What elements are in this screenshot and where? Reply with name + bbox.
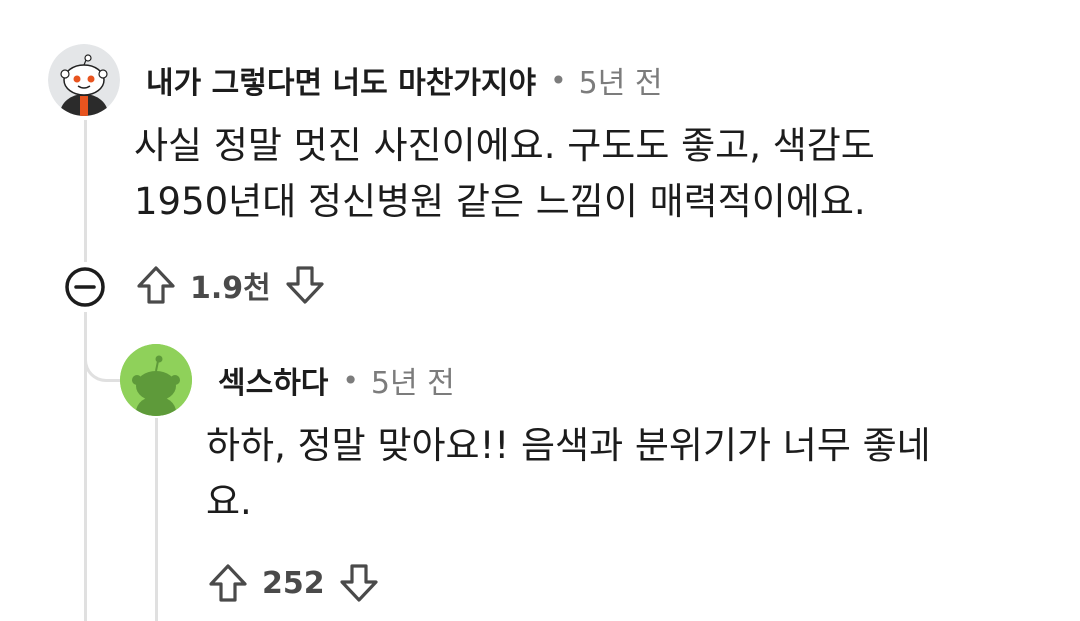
avatar[interactable]: [48, 44, 120, 116]
comment-body-line: 사실 정말 멋진 사진이에요. 구도도 좋고, 색감도: [134, 124, 875, 167]
collapse-thread-button[interactable]: [63, 265, 107, 309]
arrow-down-outline-icon: [286, 266, 324, 304]
downvote-button[interactable]: [283, 263, 327, 307]
thread-line-main: [84, 120, 87, 262]
comment-body-line: 1950년대 정신병원 같은 느낌이 매력적이에요.: [134, 180, 866, 223]
comment-author[interactable]: 내가 그렇다면 너도 마찬가지야: [146, 58, 536, 102]
separator-dot: •: [342, 363, 359, 397]
reply-timestamp: 5년 전: [370, 366, 455, 401]
reply-vote-row: 252: [206, 558, 381, 608]
downvote-button[interactable]: [337, 561, 381, 605]
arrow-up-outline-icon: [209, 564, 247, 602]
reply-body-line: 요.: [206, 480, 252, 523]
reply-body: 하하, 정말 맞아요!! 음색과 분위기가 너무 좋네 요.: [206, 418, 931, 530]
reply-avatar[interactable]: [120, 344, 192, 416]
arrow-down-outline-icon: [340, 564, 378, 602]
comment-vote-row: 1.9천: [134, 260, 327, 310]
snoo-avatar-icon: [48, 44, 120, 116]
snoo-avatar-icon: [120, 344, 192, 416]
comment-header: 내가 그렇다면 너도 마찬가지야 • 5년 전: [146, 58, 662, 102]
thread-branch-connector: [84, 340, 124, 382]
reply-header: 섹스하다 • 5년 전: [218, 358, 455, 402]
reply-body-line: 하하, 정말 맞아요!! 음색과 분위기가 너무 좋네: [206, 424, 931, 467]
arrow-up-outline-icon: [137, 266, 175, 304]
vote-count: 1.9천: [190, 271, 271, 306]
reply-author[interactable]: 섹스하다: [218, 358, 328, 402]
thread-line-reply: [155, 418, 158, 621]
comment-body: 사실 정말 멋진 사진이에요. 구도도 좋고, 색감도 1950년대 정신병원 …: [134, 118, 875, 230]
separator-dot: •: [550, 63, 567, 97]
vote-count: 252: [262, 565, 325, 601]
minus-circle-icon: [65, 267, 105, 307]
comment-timestamp: 5년 전: [578, 66, 663, 101]
upvote-button[interactable]: [206, 561, 250, 605]
upvote-button[interactable]: [134, 263, 178, 307]
